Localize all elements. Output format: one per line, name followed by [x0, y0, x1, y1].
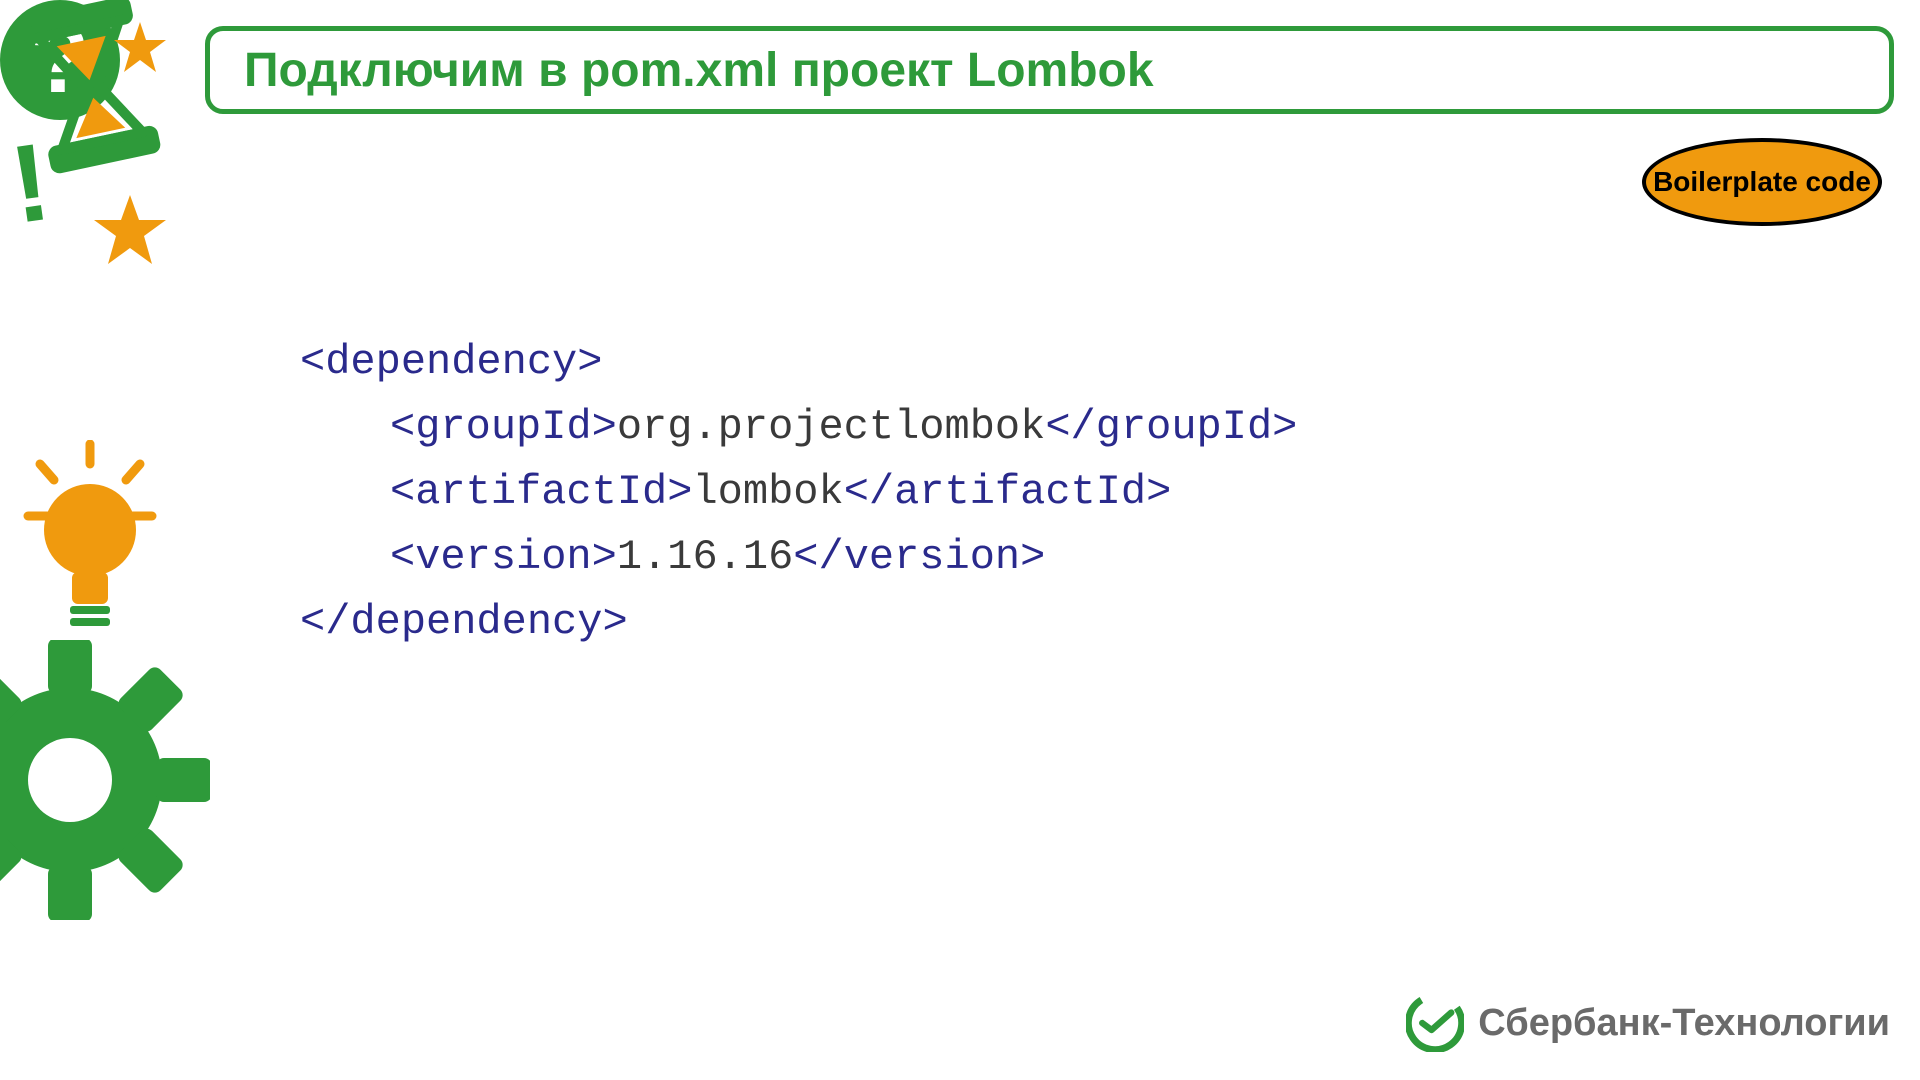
gear-icon: [0, 640, 210, 920]
slide-title: Подключим в pom.xml проект Lombok: [244, 43, 1154, 98]
code-line: <version>1.16.16</version>: [300, 525, 1297, 590]
decorative-icons-strip: ! ?: [0, 0, 170, 1080]
code-block: <dependency> <groupId>org.projectlombok<…: [300, 330, 1297, 655]
footer-text: Сбербанк-Технологии: [1478, 1002, 1890, 1045]
star-icon: [92, 192, 168, 268]
lightbulb-icon: [20, 440, 160, 640]
code-line: <dependency>: [300, 330, 1297, 395]
footer-logo: Сбербанк-Технологии: [1406, 994, 1890, 1052]
star-icon: [112, 20, 168, 76]
hourglass-icon: [10, 0, 173, 184]
slide: ! ?: [0, 0, 1920, 1080]
code-line: </dependency>: [300, 590, 1297, 655]
title-bar: Подключим в pom.xml проект Lombok: [205, 26, 1894, 114]
question-mark-icon: ?: [0, 0, 120, 120]
code-line: <groupId>org.projectlombok</groupId>: [300, 395, 1297, 460]
boilerplate-badge: Boilerplate code: [1642, 138, 1882, 226]
code-line: <artifactId>lombok</artifactId>: [300, 460, 1297, 525]
exclamation-icon: !: [3, 118, 57, 249]
sberbank-logo-icon: [1406, 994, 1464, 1052]
